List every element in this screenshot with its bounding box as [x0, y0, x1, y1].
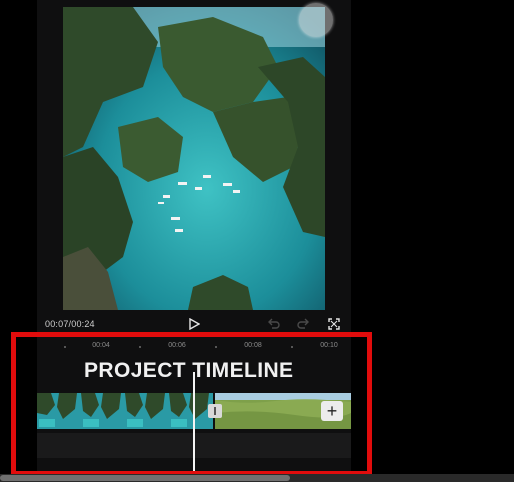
time-total: 00:24 [71, 319, 95, 329]
scrollbar-thumb[interactable] [0, 475, 290, 481]
redo-icon[interactable] [296, 317, 310, 331]
play-icon[interactable] [187, 317, 201, 331]
undo-icon[interactable] [266, 317, 280, 331]
fullscreen-icon[interactable] [327, 317, 341, 331]
timeline-highlight-box [11, 332, 372, 476]
lagoon-image [63, 7, 325, 310]
time-readout: 00:07/00:24 [45, 319, 95, 329]
preview-drag-handle[interactable] [299, 3, 333, 37]
video-preview[interactable] [63, 7, 325, 310]
time-current: 00:07 [45, 319, 69, 329]
playback-controls: 00:07/00:24 [37, 314, 351, 334]
